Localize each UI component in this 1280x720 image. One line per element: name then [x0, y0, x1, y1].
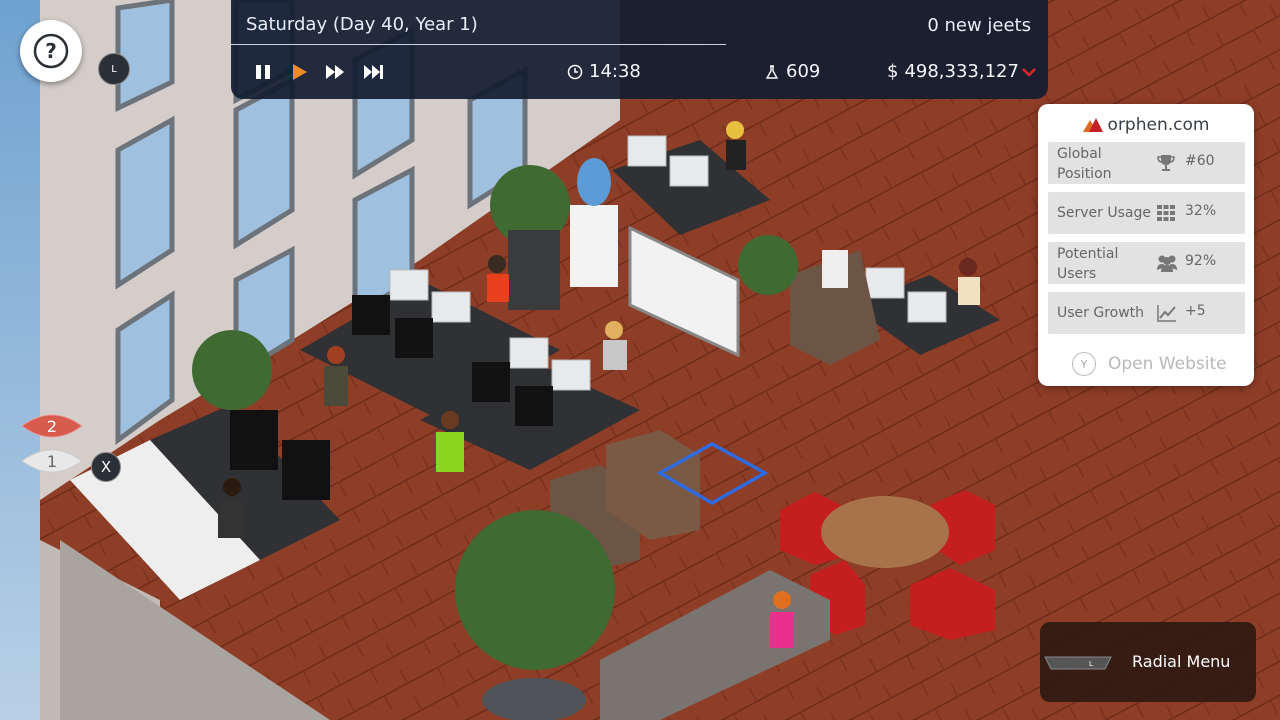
- stat-row-global-position: Global Position #60: [1048, 142, 1245, 184]
- stat-row-user-growth: User Growth +5: [1048, 292, 1245, 334]
- currency-symbol: $: [887, 61, 899, 82]
- fast-forward-button[interactable]: [322, 59, 348, 85]
- help-button[interactable]: ?: [20, 20, 82, 82]
- global-position-value: #60: [1185, 153, 1215, 169]
- help-symbol: ?: [45, 39, 57, 63]
- user-growth-label: User Growth: [1057, 305, 1145, 321]
- floor-1-button[interactable]: 1: [20, 445, 84, 477]
- floor-2-button[interactable]: 2: [20, 410, 84, 442]
- top-hud-bar: Saturday (Day 40, Year 1) 0 new jeets 14…: [231, 0, 1048, 99]
- radial-menu-label: Radial Menu: [1132, 652, 1231, 671]
- floor-2-label: 2: [46, 416, 58, 436]
- open-website-button[interactable]: Y Open Website: [1072, 352, 1227, 376]
- l-shoulder-badge: L: [98, 53, 130, 85]
- clock-readout: 14:38: [567, 61, 641, 82]
- potential-users-value: 92%: [1185, 253, 1217, 269]
- play-button[interactable]: [286, 59, 312, 85]
- users-icon: [1157, 255, 1177, 272]
- y-button-badge: Y: [1072, 352, 1096, 376]
- research-points: 609: [786, 61, 821, 82]
- help-icon: ?: [33, 33, 69, 69]
- money-readout: $ 498,333,127: [887, 61, 1037, 82]
- company-logo-icon: [1082, 118, 1103, 132]
- website-panel: orphen.com Global Position #60 Server Us…: [1038, 104, 1254, 386]
- pause-button[interactable]: [250, 59, 276, 85]
- money-amount: 498,333,127: [904, 61, 1019, 82]
- global-position-label: Global Position: [1057, 146, 1112, 182]
- chevron-down-icon: [1022, 67, 1036, 77]
- website-title: orphen.com: [1038, 115, 1254, 135]
- l-stick-icon: L: [1044, 656, 1112, 670]
- trend-icon: [1157, 305, 1176, 322]
- server-usage-label: Server Usage: [1057, 205, 1151, 221]
- research-readout: 609: [764, 61, 820, 82]
- fast-forward-icon: [326, 65, 344, 79]
- skip-to-end-button[interactable]: [361, 59, 387, 85]
- game-date: Saturday (Day 40, Year 1): [246, 14, 478, 35]
- radial-menu-hint[interactable]: L Radial Menu: [1040, 622, 1256, 702]
- stat-row-potential-users: Potential Users 92%: [1048, 242, 1245, 284]
- clock-time: 14:38: [589, 61, 641, 82]
- open-website-label: Open Website: [1108, 354, 1227, 374]
- clock-icon: [567, 64, 583, 79]
- trophy-icon: [1157, 155, 1175, 171]
- x-button-badge[interactable]: X: [91, 452, 121, 482]
- user-growth-value: +5: [1185, 303, 1206, 319]
- skip-to-end-icon: [364, 65, 383, 79]
- new-jeets-count: 0 new jeets: [927, 15, 1031, 36]
- l-stick-label: L: [1089, 660, 1093, 668]
- potential-users-label: Potential Users: [1057, 246, 1119, 282]
- play-icon: [293, 64, 307, 80]
- floor-1-label: 1: [46, 451, 58, 471]
- date-divider: [231, 44, 726, 45]
- stat-row-server-usage: Server Usage 32%: [1048, 192, 1245, 234]
- server-usage-value: 32%: [1185, 203, 1217, 219]
- flask-icon: [765, 64, 779, 79]
- grid-icon: [1157, 205, 1175, 221]
- website-domain: orphen.com: [1107, 115, 1210, 135]
- pause-icon: [256, 65, 270, 79]
